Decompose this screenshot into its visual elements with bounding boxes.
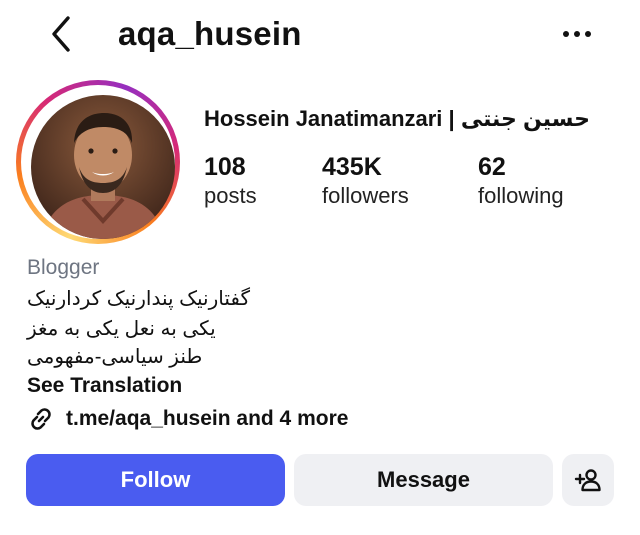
followers-label: followers [322,183,409,208]
chevron-left-icon [52,16,70,52]
avatar [31,95,175,239]
bio-line: گفتارنیک پندارنیک کردارنیک [27,288,251,310]
more-options-button[interactable] [560,24,594,44]
more-horizontal-icon [563,31,591,37]
profile-category: Blogger [27,256,100,279]
posts-count: 108 [204,153,246,181]
bio-line: یکی به نعل یکی به مغز [27,318,216,340]
posts-label: posts [204,183,257,208]
add-user-icon [574,469,601,492]
profile-full-name: Hossein Janatimanzari | حسین جنتی [204,106,591,131]
profile-username: aqa_husein [118,15,302,52]
link-icon [31,408,51,430]
profile-header: aqa_husein [0,0,640,72]
followers-count: 435K [322,153,382,181]
message-button-label: Message [377,467,470,492]
following-count: 62 [478,153,506,181]
message-button[interactable]: Message [294,454,553,506]
profile-link[interactable]: t.me/aqa_husein and 4 more [26,404,348,434]
suggested-users-button[interactable] [562,454,614,506]
follow-button-label: Follow [120,467,191,492]
follow-button[interactable]: Follow [26,454,285,506]
see-translation-link[interactable]: See Translation [27,374,182,398]
following-stat[interactable]: 62 following [478,152,564,210]
posts-stat[interactable]: 108 posts [204,152,257,210]
back-button[interactable] [44,14,80,54]
followers-stat[interactable]: 435K followers [322,152,409,210]
story-ring[interactable] [16,80,180,244]
following-label: following [478,183,564,208]
bio-line: طنز سیاسی-مفهومی [27,346,203,368]
profile-link-text: t.me/aqa_husein and 4 more [66,407,349,430]
